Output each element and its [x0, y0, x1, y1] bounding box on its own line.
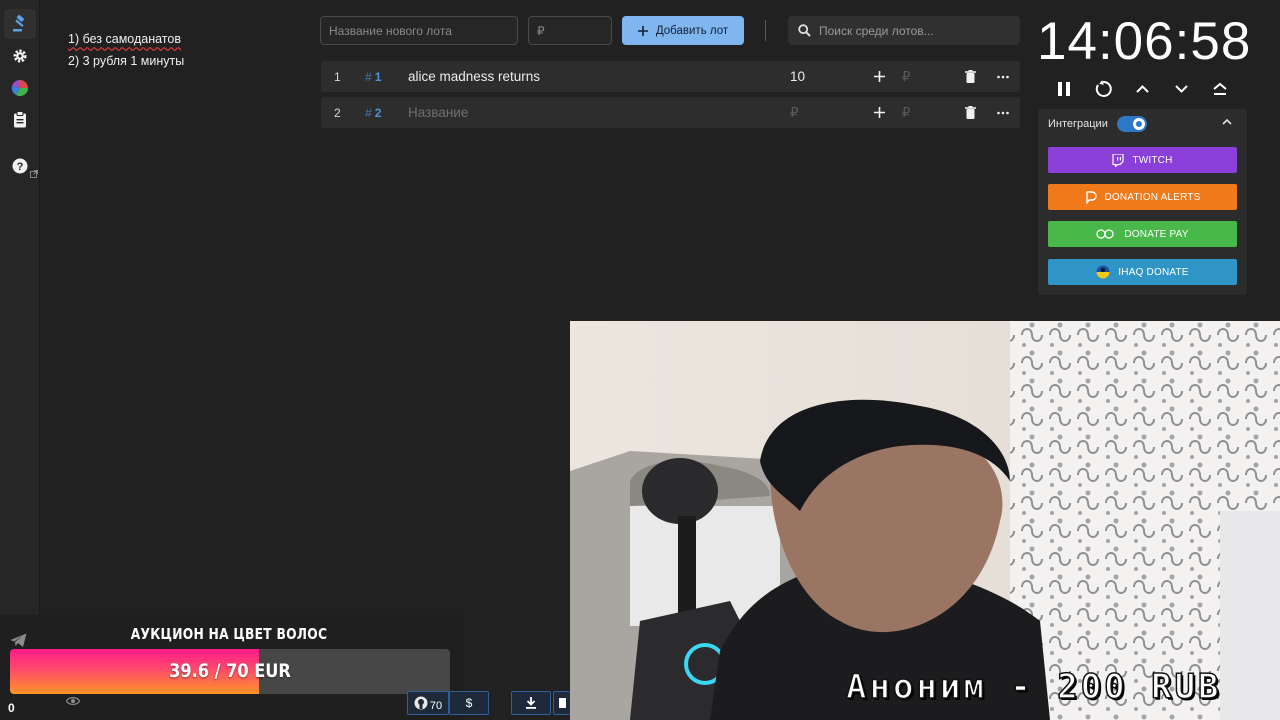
new-lot-input[interactable] [320, 16, 518, 45]
more-horizontal-icon [997, 111, 1009, 114]
lot-index: 1 [334, 69, 341, 84]
lot-index: 2 [334, 105, 341, 120]
goal-progress-bar: 39.6 / 70 EUR [10, 649, 450, 694]
lot-tag[interactable]: #1 [365, 61, 381, 92]
sidebar: ? [0, 0, 40, 720]
add-amount-input[interactable]: ₽ [902, 97, 910, 128]
dollar-icon: $ [465, 696, 473, 710]
donation-alerts-button[interactable]: DONATION ALERTS [1048, 184, 1237, 210]
pie-chart-icon [11, 79, 29, 97]
donation-alerts-icon [1085, 190, 1097, 204]
toolbar-divider [765, 20, 766, 41]
save-button[interactable] [553, 691, 570, 715]
more-horizontal-icon [997, 75, 1009, 78]
pause-button[interactable] [1053, 78, 1075, 100]
donation-alerts-label: DONATION ALERTS [1104, 191, 1201, 203]
lot-name-input[interactable]: Название [408, 97, 468, 128]
auction-timer: 14:06:58 [1037, 12, 1252, 71]
telegram-icon[interactable] [10, 633, 27, 648]
search-input[interactable] [819, 23, 1009, 38]
sidebar-item-settings[interactable] [4, 41, 36, 71]
toggle-knob [1133, 118, 1145, 130]
integrations-title: Интеграции [1048, 118, 1108, 130]
delete-lot-button[interactable] [963, 61, 977, 92]
collapse-chevron-icon[interactable] [1222, 118, 1232, 125]
lot-tag-number: 2 [374, 105, 382, 120]
add-amount-button[interactable] [872, 97, 886, 128]
eye-icon[interactable] [66, 696, 80, 706]
rules-notes: 1) без самоданатов 2) 3 рубля 1 минуты [68, 28, 184, 72]
add-lot-label: Добавить лот [655, 24, 729, 37]
integrations-panel: Интеграции TWITCH DONATION ALERTS DONATE… [1038, 109, 1247, 295]
goal-title: АУКЦИОН НА ЦВЕТ ВОЛОС [130, 625, 328, 643]
download-button[interactable] [511, 691, 551, 715]
github-icon [414, 696, 428, 710]
chevron-up-icon [1135, 85, 1149, 93]
webcam-feed: Аноним - 200 RUB [570, 321, 1280, 720]
ihaq-donate-button[interactable]: IHAQ DONATE [1048, 259, 1237, 285]
donation-caption: Аноним - 200 RUB [845, 666, 1222, 708]
donate-pay-label: DONATE PAY [1124, 228, 1189, 240]
lot-tag[interactable]: #2 [365, 97, 381, 128]
webcam-video-image [570, 321, 1280, 720]
add-amount-button[interactable] [872, 61, 886, 92]
svg-text:?: ? [17, 161, 24, 173]
integrations-toggle[interactable] [1117, 116, 1147, 132]
plus-icon [873, 71, 885, 82]
plus-icon [873, 107, 885, 118]
double-add-time-button[interactable] [1209, 78, 1231, 100]
add-time-button[interactable] [1131, 78, 1153, 100]
chevron-down-icon [1174, 85, 1188, 93]
lot-amount[interactable]: 10 [790, 61, 805, 92]
lot-name[interactable]: alice madness returns [408, 61, 540, 92]
subtract-time-button[interactable] [1170, 78, 1192, 100]
hash-icon: # [365, 69, 372, 84]
trash-icon [964, 70, 976, 83]
add-lot-button[interactable]: Добавить лот [622, 16, 744, 45]
donate-pay-button[interactable]: DONATE PAY [1048, 221, 1237, 247]
donate-button[interactable]: $ [449, 691, 489, 715]
twitch-button[interactable]: TWITCH [1048, 147, 1237, 173]
twitch-label: TWITCH [1132, 154, 1173, 166]
external-link-icon [30, 170, 38, 178]
github-count: 70 [429, 700, 443, 712]
lot-row: 2 #2 Название ₽ ₽ [321, 97, 1020, 128]
lot-tag-number: 1 [374, 69, 382, 84]
hash-icon: # [365, 105, 372, 120]
lot-amount-input[interactable]: ₽ [790, 97, 799, 128]
twitch-icon [1112, 153, 1125, 167]
ihaq-donate-label: IHAQ DONATE [1118, 266, 1189, 278]
save-icon [559, 698, 566, 708]
new-lot-amount-input[interactable] [528, 16, 612, 45]
plus-icon [637, 25, 648, 36]
counter-value: 0 [8, 701, 15, 715]
donate-pay-icon [1096, 229, 1115, 239]
rule-line-2: 2) 3 рубля 1 минуты [68, 54, 185, 68]
sidebar-item-stats[interactable] [4, 73, 36, 103]
more-options-button[interactable] [995, 97, 1011, 128]
add-amount-input[interactable]: ₽ [902, 61, 910, 92]
rule-line-1: 1) без самоданатов [68, 32, 181, 46]
lot-search[interactable] [788, 16, 1020, 45]
github-button[interactable]: 70 [407, 691, 449, 715]
trash-icon [964, 106, 976, 119]
help-icon: ? [12, 158, 28, 174]
reset-timer-button[interactable] [1092, 78, 1114, 100]
gavel-icon [13, 15, 24, 32]
delete-lot-button[interactable] [963, 97, 977, 128]
ihaq-donate-icon [1096, 265, 1110, 279]
sidebar-item-auction[interactable] [4, 9, 36, 39]
clipboard-icon [14, 110, 26, 127]
chevron-double-up-icon [1213, 82, 1227, 95]
pause-icon [1058, 82, 1070, 96]
more-options-button[interactable] [995, 61, 1011, 92]
download-icon [526, 697, 536, 709]
gear-icon [13, 49, 27, 63]
search-icon [798, 24, 811, 37]
lot-row: 1 #1 alice madness returns 10 ₽ [321, 61, 1020, 92]
reset-icon [1095, 80, 1112, 97]
sidebar-item-history[interactable] [4, 104, 36, 134]
goal-progress-text: 39.6 / 70 EUR [169, 660, 291, 682]
